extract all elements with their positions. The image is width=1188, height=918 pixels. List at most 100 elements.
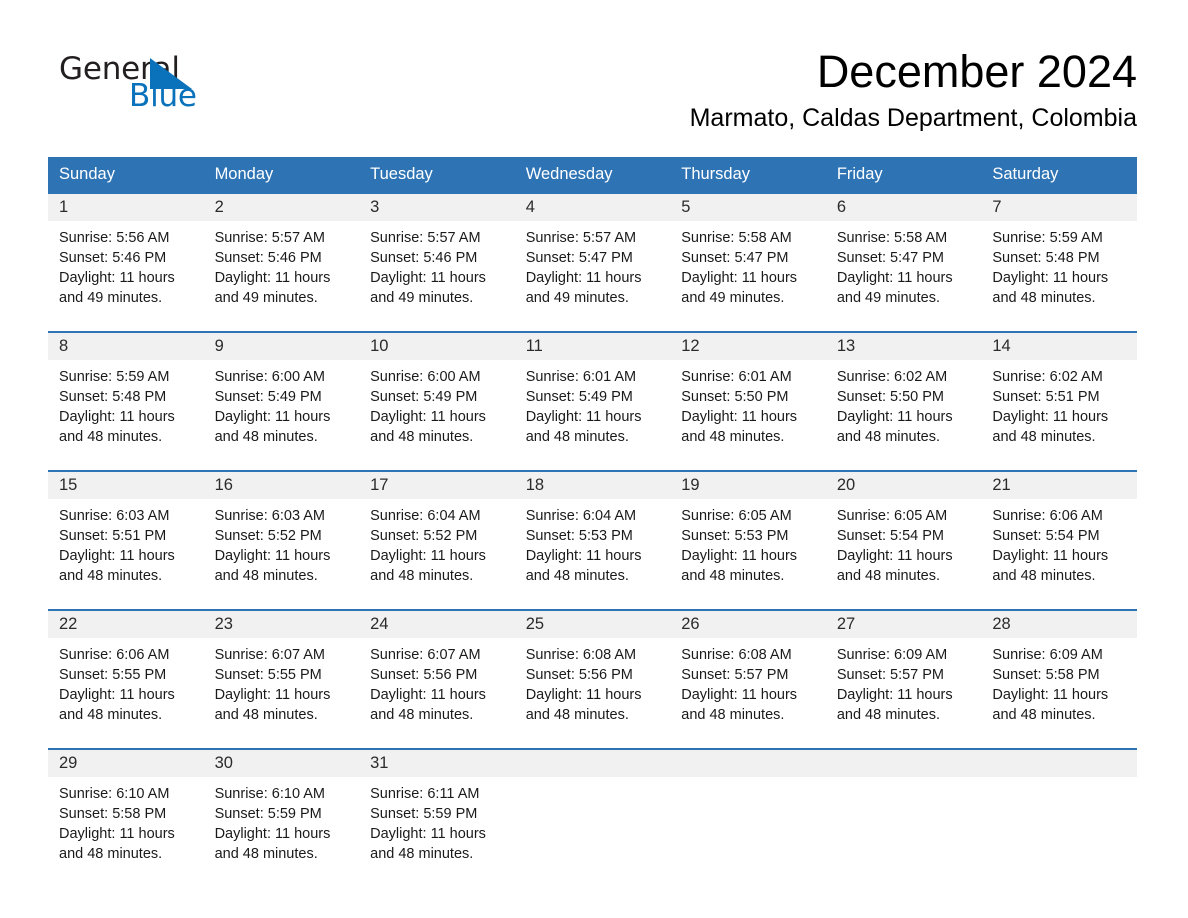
sunrise-text: Sunrise: 6:03 AM [59,508,170,524]
day-cell[interactable]: 23 Sunrise: 6:07 AM Sunset: 5:55 PM Dayl… [203,609,360,729]
daylight-text: Daylight: 11 hours and 49 minutes. [59,270,175,306]
day-cell[interactable]: 18 Sunrise: 6:04 AM Sunset: 5:53 PM Dayl… [514,470,671,590]
day-cell[interactable]: 16 Sunrise: 6:03 AM Sunset: 5:52 PM Dayl… [203,470,360,590]
sunrise-text: Sunrise: 5:57 AM [214,230,325,246]
day-cell[interactable]: 19 Sunrise: 6:05 AM Sunset: 5:53 PM Dayl… [670,470,826,590]
sunrise-text: Sunrise: 5:58 AM [681,230,792,246]
weekday-header-sunday: Sunday [48,157,204,193]
day-cell[interactable]: 25 Sunrise: 6:08 AM Sunset: 5:56 PM Dayl… [514,609,671,729]
day-number: 21 [981,472,1137,499]
day-cell[interactable]: 17 Sunrise: 6:04 AM Sunset: 5:52 PM Dayl… [359,470,515,590]
day-cell[interactable]: 28 Sunrise: 6:09 AM Sunset: 5:58 PM Dayl… [981,609,1137,729]
day-details [515,777,671,788]
day-number: 12 [670,333,826,360]
day-cell[interactable]: 29 Sunrise: 6:10 AM Sunset: 5:58 PM Dayl… [48,748,204,868]
calendar-header-row: Sunday Monday Tuesday Wednesday Thursday… [48,157,1137,193]
day-details: Sunrise: 5:58 AM Sunset: 5:47 PM Dayligh… [826,221,982,312]
sunset-text: Sunset: 5:53 PM [525,528,633,544]
sunset-text: Sunset: 5:48 PM [992,250,1100,266]
day-cell-empty [670,748,826,868]
sunset-text: Sunset: 5:56 PM [525,667,633,683]
day-details: Sunrise: 5:59 AM Sunset: 5:48 PM Dayligh… [981,221,1137,312]
day-number: 20 [825,472,982,499]
sunset-text: Sunset: 5:55 PM [214,667,322,683]
sunrise-text: Sunrise: 6:08 AM [525,647,637,663]
sunrise-text: Sunrise: 6:02 AM [836,369,948,385]
day-details: Sunrise: 6:05 AM Sunset: 5:54 PM Dayligh… [826,499,982,590]
weekday-header-monday: Monday [203,157,360,193]
sunrise-text: Sunrise: 5:56 AM [59,230,170,246]
generalblue-logo[interactable]: General Blue [59,52,259,114]
day-cell[interactable]: 31 Sunrise: 6:11 AM Sunset: 5:59 PM Dayl… [359,748,515,868]
sunrise-text: Sunrise: 6:00 AM [370,369,481,385]
day-cell[interactable]: 15 Sunrise: 6:03 AM Sunset: 5:51 PM Dayl… [48,470,204,590]
day-number: 24 [359,611,515,638]
calendar-grid: Sunday Monday Tuesday Wednesday Thursday… [48,157,1137,868]
day-cell[interactable]: 20 Sunrise: 6:05 AM Sunset: 5:54 PM Dayl… [825,470,982,590]
day-cell[interactable]: 13 Sunrise: 6:02 AM Sunset: 5:50 PM Dayl… [825,331,982,451]
day-cell[interactable]: 11 Sunrise: 6:01 AM Sunset: 5:49 PM Dayl… [514,331,671,451]
day-number: 18 [514,472,671,499]
day-cell[interactable]: 1 Sunrise: 5:56 AM Sunset: 5:46 PM Dayli… [48,192,204,312]
calendar-table: Sunday Monday Tuesday Wednesday Thursday… [48,157,1137,868]
day-details: Sunrise: 6:06 AM Sunset: 5:55 PM Dayligh… [48,638,204,729]
sunset-text: Sunset: 5:57 PM [681,667,789,683]
day-cell[interactable]: 3 Sunrise: 5:57 AM Sunset: 5:46 PM Dayli… [359,192,515,312]
day-number: 1 [48,194,204,221]
day-number [825,750,982,777]
day-number: 23 [203,611,360,638]
sunset-text: Sunset: 5:56 PM [370,667,478,683]
day-number: 27 [825,611,982,638]
day-details: Sunrise: 6:09 AM Sunset: 5:57 PM Dayligh… [826,638,982,729]
day-cell[interactable]: 10 Sunrise: 6:00 AM Sunset: 5:49 PM Dayl… [359,331,515,451]
daylight-text: Daylight: 11 hours and 48 minutes. [525,409,642,445]
daylight-text: Daylight: 11 hours and 48 minutes. [992,548,1109,584]
day-details: Sunrise: 6:05 AM Sunset: 5:53 PM Dayligh… [670,499,826,590]
day-cell[interactable]: 30 Sunrise: 6:10 AM Sunset: 5:59 PM Dayl… [203,748,360,868]
day-number [514,750,671,777]
day-cell[interactable]: 24 Sunrise: 6:07 AM Sunset: 5:56 PM Dayl… [359,609,515,729]
sunrise-text: Sunrise: 6:05 AM [681,508,792,524]
day-details: Sunrise: 5:58 AM Sunset: 5:47 PM Dayligh… [670,221,826,312]
sunset-text: Sunset: 5:59 PM [370,806,478,822]
day-details: Sunrise: 6:00 AM Sunset: 5:49 PM Dayligh… [359,360,515,451]
day-cell[interactable]: 26 Sunrise: 6:08 AM Sunset: 5:57 PM Dayl… [670,609,826,729]
sunrise-text: Sunrise: 6:07 AM [214,647,325,663]
day-number: 19 [670,472,826,499]
day-cell[interactable]: 12 Sunrise: 6:01 AM Sunset: 5:50 PM Dayl… [670,331,826,451]
sunrise-text: Sunrise: 6:10 AM [59,786,170,802]
day-details: Sunrise: 6:09 AM Sunset: 5:58 PM Dayligh… [981,638,1137,729]
sunset-text: Sunset: 5:47 PM [836,250,945,266]
day-details [981,777,1137,788]
day-cell[interactable]: 21 Sunrise: 6:06 AM Sunset: 5:54 PM Dayl… [981,470,1137,590]
day-details: Sunrise: 6:07 AM Sunset: 5:56 PM Dayligh… [359,638,515,729]
day-cell[interactable]: 4 Sunrise: 5:57 AM Sunset: 5:47 PM Dayli… [514,192,671,312]
daylight-text: Daylight: 11 hours and 48 minutes. [59,409,175,445]
day-number: 15 [48,472,204,499]
daylight-text: Daylight: 11 hours and 48 minutes. [214,548,331,584]
day-cell[interactable]: 7 Sunrise: 5:59 AM Sunset: 5:48 PM Dayli… [981,192,1137,312]
day-cell[interactable]: 9 Sunrise: 6:00 AM Sunset: 5:49 PM Dayli… [203,331,360,451]
week-spacer [48,729,1137,749]
day-cell[interactable]: 22 Sunrise: 6:06 AM Sunset: 5:55 PM Dayl… [48,609,204,729]
day-cell[interactable]: 14 Sunrise: 6:02 AM Sunset: 5:51 PM Dayl… [981,331,1137,451]
day-number: 7 [981,194,1137,221]
daylight-text: Daylight: 11 hours and 48 minutes. [59,548,175,584]
sunrise-text: Sunrise: 6:01 AM [681,369,792,385]
calendar-week-row: 1 Sunrise: 5:56 AM Sunset: 5:46 PM Dayli… [48,192,1137,312]
sunset-text: Sunset: 5:55 PM [59,667,167,683]
day-cell[interactable]: 8 Sunrise: 5:59 AM Sunset: 5:48 PM Dayli… [48,331,204,451]
weekday-header-friday: Friday [825,157,982,193]
title-block: December 2024 Marmato, Caldas Department… [690,46,1137,134]
day-cell[interactable]: 2 Sunrise: 5:57 AM Sunset: 5:46 PM Dayli… [203,192,360,312]
day-details: Sunrise: 6:10 AM Sunset: 5:58 PM Dayligh… [48,777,204,868]
daylight-text: Daylight: 11 hours and 48 minutes. [370,826,486,862]
sunset-text: Sunset: 5:47 PM [681,250,789,266]
day-cell[interactable]: 5 Sunrise: 5:58 AM Sunset: 5:47 PM Dayli… [670,192,826,312]
sunset-text: Sunset: 5:46 PM [370,250,478,266]
sunset-text: Sunset: 5:58 PM [59,806,167,822]
week-spacer [48,451,1137,471]
day-cell[interactable]: 6 Sunrise: 5:58 AM Sunset: 5:47 PM Dayli… [825,192,982,312]
day-cell[interactable]: 27 Sunrise: 6:09 AM Sunset: 5:57 PM Dayl… [825,609,982,729]
daylight-text: Daylight: 11 hours and 49 minutes. [370,270,486,306]
